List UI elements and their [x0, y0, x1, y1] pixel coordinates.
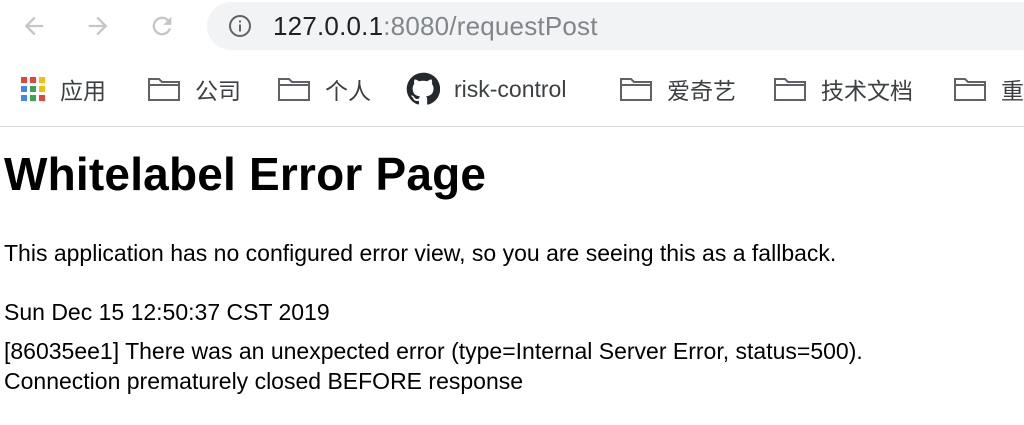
bookmark-folder-tech-docs[interactable]: 技术文档 — [773, 52, 913, 126]
bookmark-risk-control[interactable]: risk-control — [406, 52, 566, 126]
back-button[interactable] — [16, 8, 52, 44]
url-host: 127.0.0.1 — [273, 11, 384, 41]
bookmark-label: 应用 — [60, 78, 106, 104]
error-detail: Connection prematurely closed BEFORE res… — [4, 368, 524, 394]
bookmarks-bar: 应用 公司 个人 risk-control 爱奇艺 技术文档 重 — [0, 52, 1024, 127]
folder-icon — [277, 76, 311, 102]
apps-grid-icon — [20, 76, 46, 102]
bookmark-label: 技术文档 — [821, 78, 913, 104]
folder-icon — [619, 76, 653, 102]
bookmark-label: 公司 — [195, 78, 241, 104]
folder-icon — [953, 76, 987, 102]
reload-button[interactable] — [144, 8, 180, 44]
error-timestamp: Sun Dec 15 12:50:37 CST 2019 — [4, 299, 330, 325]
browser-toolbar: 127.0.0.1:8080/requestPost — [0, 0, 1024, 52]
back-arrow-icon — [24, 16, 44, 36]
bookmark-folder-iqiyi[interactable]: 爱奇艺 — [619, 52, 736, 126]
intro-text: This application has no configured error… — [4, 240, 837, 266]
github-icon — [406, 72, 440, 106]
url-text[interactable]: 127.0.0.1:8080/requestPost — [273, 10, 598, 42]
page-title: Whitelabel Error Page — [4, 148, 487, 200]
bookmark-apps[interactable]: 应用 — [20, 52, 106, 126]
bookmark-label: 个人 — [325, 78, 371, 104]
reload-icon — [152, 16, 172, 36]
info-icon[interactable] — [228, 14, 252, 38]
bookmark-folder-company[interactable]: 公司 — [147, 52, 241, 126]
bookmark-label: 重 — [1001, 78, 1024, 104]
bookmark-folder-truncated[interactable]: 重 — [953, 52, 1024, 126]
error-message: [86035ee1] There was an unexpected error… — [4, 338, 863, 364]
bookmark-label: risk-control — [454, 75, 567, 102]
folder-icon — [773, 76, 807, 102]
bookmark-folder-personal[interactable]: 个人 — [277, 52, 371, 126]
bookmark-label: 爱奇艺 — [667, 78, 736, 104]
url-path: :8080/requestPost — [383, 11, 598, 41]
forward-arrow-icon — [88, 16, 108, 36]
folder-icon — [147, 76, 181, 102]
forward-button[interactable] — [80, 8, 116, 44]
